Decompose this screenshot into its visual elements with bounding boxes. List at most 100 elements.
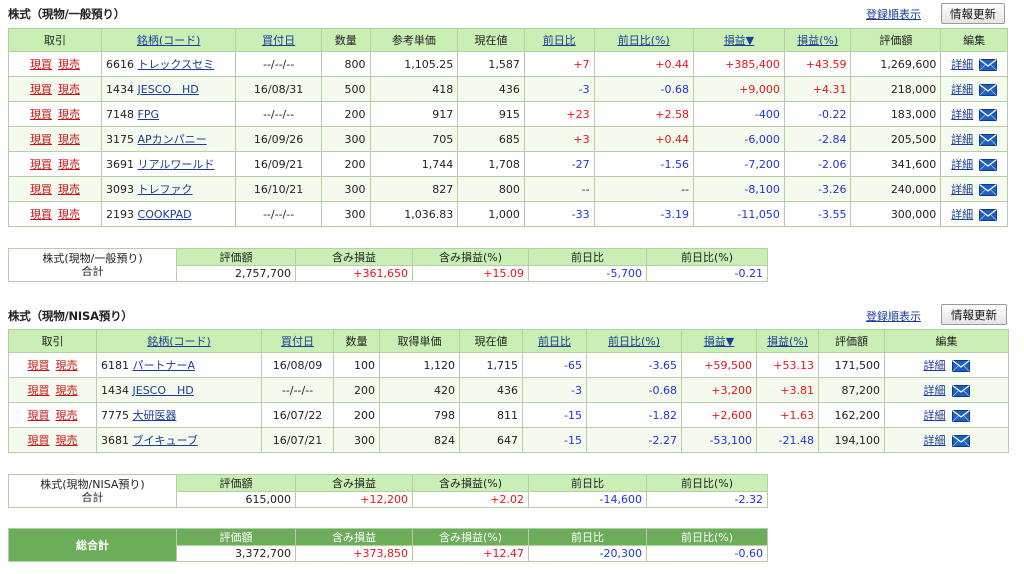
mail-icon[interactable] (979, 209, 998, 221)
sort-pl-pct-link[interactable]: 損益(%) (767, 335, 808, 348)
stock-name-link[interactable]: 大研医器 (133, 409, 177, 422)
sell-link[interactable]: 現売 (58, 108, 80, 121)
current-price: 915 (457, 101, 525, 127)
column-header-edit: 編集 (884, 329, 1009, 353)
detail-link[interactable]: 詳細 (951, 208, 973, 221)
mail-icon[interactable] (979, 159, 998, 171)
edit-cell: 詳細 (940, 126, 1008, 152)
profit-loss-pct: -2.84 (783, 126, 852, 152)
mail-icon[interactable] (979, 109, 998, 121)
sell-link[interactable]: 現売 (58, 58, 80, 71)
stock-name-link[interactable]: FPG (138, 108, 159, 121)
stock-name-link[interactable]: ブイキューブ (133, 434, 198, 447)
sort-change-pct-link[interactable]: 前日比(%) (618, 34, 670, 47)
purchase-date: --/--/-- (235, 51, 322, 77)
stock-name-link[interactable]: JESCO HD (133, 384, 194, 397)
detail-link[interactable]: 詳細 (924, 384, 946, 397)
column-header-change-pct: 前日比(%) (593, 28, 694, 52)
sell-link[interactable]: 現売 (56, 359, 78, 372)
sort-date-link[interactable]: 買付日 (262, 34, 295, 47)
stock-name-link[interactable]: トレファク (138, 183, 193, 196)
mail-icon[interactable] (951, 385, 970, 397)
general-sort-order-link[interactable]: 登録順表示 (866, 6, 921, 22)
stock-name-link[interactable]: パートナーA (133, 359, 196, 372)
mail-icon[interactable] (979, 134, 998, 146)
buy-link[interactable]: 現買 (28, 359, 50, 372)
detail-link[interactable]: 詳細 (951, 58, 973, 71)
detail-link[interactable]: 詳細 (951, 183, 973, 196)
buy-link[interactable]: 現買 (28, 434, 50, 447)
sort-pl-link[interactable]: 損益▼ (704, 335, 734, 348)
grand-total-table: 総合計 評価額 含み損益 含み損益(%) 前日比 前日比(%) 3,372,70… (8, 528, 768, 562)
purchase-date: 16/07/22 (261, 402, 334, 428)
sell-link[interactable]: 現売 (58, 133, 80, 146)
general-holdings-table: 取引 銘柄(コード) 買付日 数量 参考単価 現在値 前日比 前日比(%) 損益▼ 損益(%) 評価… (7, 28, 1008, 227)
mail-icon[interactable] (979, 84, 998, 96)
mail-icon[interactable] (951, 360, 970, 372)
general-refresh-button[interactable]: 情報更新 (941, 3, 1005, 24)
sort-name-code-link[interactable]: 銘柄(コード) (137, 34, 201, 47)
stock-code: 1434 (101, 384, 129, 397)
summary-value: +15.09 (412, 265, 529, 282)
stock-code: 3691 (106, 158, 135, 171)
sort-pl-pct-link[interactable]: 損益(%) (797, 34, 838, 47)
sort-change-link[interactable]: 前日比 (538, 335, 571, 348)
stock-name-link[interactable]: COOKPAD (138, 208, 192, 221)
stock-code: 6181 (101, 359, 129, 372)
sort-change-pct-link[interactable]: 前日比(%) (608, 335, 660, 348)
column-header-pl: 損益▼ (681, 329, 757, 353)
sell-link[interactable]: 現売 (58, 183, 80, 196)
buy-link[interactable]: 現買 (28, 384, 50, 397)
buy-link[interactable]: 現買 (30, 83, 52, 96)
sort-date-link[interactable]: 買付日 (281, 335, 314, 348)
sell-link[interactable]: 現売 (58, 208, 80, 221)
mail-icon[interactable] (979, 59, 998, 71)
detail-link[interactable]: 詳細 (924, 409, 946, 422)
mail-icon[interactable] (951, 410, 970, 422)
column-header-date: 買付日 (235, 28, 322, 52)
sell-link[interactable]: 現売 (56, 434, 78, 447)
stock-name-link[interactable]: トレックスセミ (138, 58, 215, 71)
nisa-sort-order-link[interactable]: 登録順表示 (866, 308, 921, 324)
stock-code: 7148 (106, 107, 135, 121)
mail-icon[interactable] (951, 435, 970, 447)
edit-cell: 詳細 (884, 402, 1009, 428)
holding-row: 現買 現売 7148 FPG --/--/-- 200 917 915 +23 +2.58 -40… (7, 101, 1008, 127)
buy-link[interactable]: 現買 (30, 133, 52, 146)
unit-price: 1,105.25 (369, 51, 459, 77)
sell-link[interactable]: 現売 (56, 384, 78, 397)
buy-link[interactable]: 現買 (30, 183, 52, 196)
detail-link[interactable]: 詳細 (951, 83, 973, 96)
quantity: 300 (333, 427, 380, 453)
buy-link[interactable]: 現買 (30, 108, 52, 121)
buy-link[interactable]: 現買 (30, 158, 52, 171)
profit-loss: +9,000 (692, 76, 785, 102)
stock-cell: 7148 FPG (101, 101, 237, 127)
stock-name-link[interactable]: リアルワールド (138, 158, 215, 171)
detail-link[interactable]: 詳細 (924, 434, 946, 447)
sort-change-link[interactable]: 前日比 (543, 34, 576, 47)
day-change: -27 (523, 151, 595, 177)
profit-loss: -7,200 (692, 151, 785, 177)
detail-link[interactable]: 詳細 (951, 108, 973, 121)
detail-link[interactable]: 詳細 (951, 158, 973, 171)
day-change: -15 (522, 402, 587, 428)
nisa-refresh-button[interactable]: 情報更新 (941, 304, 1007, 325)
buy-link[interactable]: 現買 (28, 409, 50, 422)
stock-name-link[interactable]: JESCO HD (138, 83, 199, 96)
buy-link[interactable]: 現買 (30, 208, 52, 221)
detail-link[interactable]: 詳細 (924, 359, 946, 372)
stock-cell: 3093 トレファク (101, 176, 237, 202)
sell-link[interactable]: 現売 (56, 409, 78, 422)
stock-name-link[interactable]: APカンパニー (138, 133, 207, 146)
profit-loss-pct: +4.31 (783, 76, 852, 102)
sort-pl-link[interactable]: 損益▼ (724, 34, 754, 47)
sort-name-code-link[interactable]: 銘柄(コード) (147, 335, 211, 348)
mail-icon[interactable] (979, 184, 998, 196)
buy-link[interactable]: 現買 (30, 58, 52, 71)
summary-value: +373,850 (295, 545, 413, 562)
sell-link[interactable]: 現売 (58, 83, 80, 96)
day-change: -3 (522, 377, 587, 403)
sell-link[interactable]: 現売 (58, 158, 80, 171)
detail-link[interactable]: 詳細 (951, 133, 973, 146)
